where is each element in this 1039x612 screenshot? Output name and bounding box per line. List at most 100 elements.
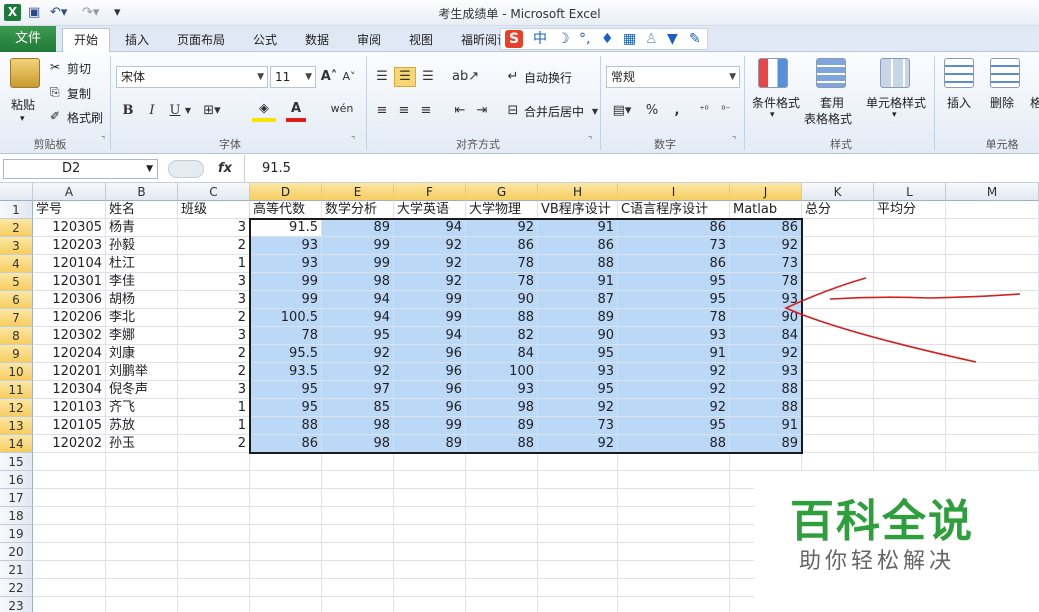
empty-cell[interactable] xyxy=(322,561,394,579)
table-cell[interactable]: 73 xyxy=(618,237,730,255)
borders-icon[interactable]: ⊞▾ xyxy=(200,102,224,120)
moon-icon[interactable]: ☽ xyxy=(557,30,570,48)
column-header[interactable]: E xyxy=(322,183,394,201)
column-header[interactable]: J xyxy=(730,183,802,201)
wrap-text-icon[interactable]: ↵ xyxy=(504,68,522,86)
empty-cell[interactable] xyxy=(874,219,946,237)
table-cell[interactable]: 120202 xyxy=(33,435,106,453)
empty-cell[interactable] xyxy=(322,543,394,561)
merge-center-icon[interactable]: ⊟ xyxy=(504,102,522,120)
table-cell[interactable]: 1 xyxy=(178,255,250,273)
format-as-table-icon[interactable] xyxy=(816,58,846,88)
empty-cell[interactable] xyxy=(33,489,106,507)
table-cell[interactable]: 99 xyxy=(394,417,466,435)
empty-cell[interactable] xyxy=(874,237,946,255)
table-cell[interactable]: 100 xyxy=(466,363,538,381)
table-cell[interactable]: 95 xyxy=(618,417,730,435)
tab-review[interactable]: 审阅 xyxy=(349,29,389,52)
empty-cell[interactable] xyxy=(250,579,322,597)
copy-icon[interactable]: ⎘ xyxy=(50,85,60,100)
comma-button[interactable]: , xyxy=(670,102,684,120)
empty-cell[interactable] xyxy=(178,453,250,471)
empty-cell[interactable] xyxy=(178,597,250,612)
table-cell[interactable]: 120302 xyxy=(33,327,106,345)
header-cell[interactable]: 姓名 xyxy=(106,201,178,219)
table-cell[interactable]: 120206 xyxy=(33,309,106,327)
empty-cell[interactable] xyxy=(33,597,106,612)
header-cell[interactable]: 高等代数 xyxy=(250,201,322,219)
column-header[interactable]: G xyxy=(466,183,538,201)
table-cell[interactable]: 刘康 xyxy=(106,345,178,363)
table-cell[interactable]: 齐飞 xyxy=(106,399,178,417)
table-cell[interactable]: 86 xyxy=(618,219,730,237)
empty-cell[interactable] xyxy=(178,579,250,597)
empty-cell[interactable] xyxy=(946,435,1039,453)
align-bottom-icon[interactable]: ☰ xyxy=(418,68,438,86)
insert-function-icon[interactable]: fx xyxy=(218,161,232,176)
table-cell[interactable]: 李佳 xyxy=(106,273,178,291)
table-cell[interactable]: 92 xyxy=(538,435,618,453)
row-header[interactable]: 21 xyxy=(0,561,33,579)
header-cell[interactable]: VB程序设计 xyxy=(538,201,618,219)
table-cell[interactable]: 120304 xyxy=(33,381,106,399)
table-cell[interactable]: 99 xyxy=(250,291,322,309)
name-box[interactable]: D2 ▼ xyxy=(3,159,158,179)
font-launcher-icon[interactable]: ⌝ xyxy=(351,136,355,146)
table-cell[interactable]: 孙玉 xyxy=(106,435,178,453)
delete-cells-button[interactable]: 删除 xyxy=(990,94,1014,111)
empty-cell[interactable] xyxy=(802,453,874,471)
table-cell[interactable]: 78 xyxy=(466,255,538,273)
row-header[interactable]: 23 xyxy=(0,597,33,612)
empty-cell[interactable] xyxy=(106,507,178,525)
tab-page-layout[interactable]: 页面布局 xyxy=(170,29,232,52)
empty-cell[interactable] xyxy=(250,525,322,543)
empty-cell[interactable] xyxy=(106,525,178,543)
wrap-text-button[interactable]: 自动换行 xyxy=(524,69,572,86)
table-cell[interactable]: 95.5 xyxy=(250,345,322,363)
empty-cell[interactable] xyxy=(618,579,730,597)
row-header[interactable]: 6 xyxy=(0,291,33,309)
table-cell[interactable]: 90 xyxy=(466,291,538,309)
empty-cell[interactable] xyxy=(538,561,618,579)
table-cell[interactable]: 刘鹏举 xyxy=(106,363,178,381)
empty-cell[interactable] xyxy=(466,453,538,471)
empty-cell[interactable] xyxy=(946,417,1039,435)
empty-cell[interactable] xyxy=(618,525,730,543)
table-cell[interactable]: 98 xyxy=(322,417,394,435)
table-cell[interactable]: 120203 xyxy=(33,237,106,255)
table-cell[interactable]: 95 xyxy=(538,345,618,363)
empty-cell[interactable] xyxy=(802,435,874,453)
table-cell[interactable]: 95 xyxy=(322,327,394,345)
paste-button[interactable]: 粘贴 xyxy=(11,96,35,113)
header-cell[interactable]: 平均分 xyxy=(874,201,946,219)
empty-cell[interactable] xyxy=(466,579,538,597)
header-cell[interactable]: 数学分析 xyxy=(322,201,394,219)
table-cell[interactable]: 90 xyxy=(538,327,618,345)
empty-cell[interactable] xyxy=(802,219,874,237)
empty-cell[interactable] xyxy=(946,399,1039,417)
chevron-down-icon[interactable]: ▼ xyxy=(183,102,193,120)
tab-home[interactable]: 开始 xyxy=(62,28,110,53)
empty-cell[interactable] xyxy=(802,417,874,435)
table-cell[interactable]: 1 xyxy=(178,399,250,417)
empty-cell[interactable] xyxy=(874,453,946,471)
empty-cell[interactable] xyxy=(466,471,538,489)
currency-icon[interactable]: ▤▾ xyxy=(608,102,636,120)
empty-cell[interactable] xyxy=(874,381,946,399)
table-cell[interactable]: 97 xyxy=(322,381,394,399)
table-cell[interactable]: 2 xyxy=(178,309,250,327)
row-header[interactable]: 9 xyxy=(0,345,33,363)
chevron-down-icon[interactable]: ▾ xyxy=(892,110,897,120)
empty-cell[interactable] xyxy=(394,471,466,489)
table-cell[interactable]: 95 xyxy=(618,291,730,309)
empty-cell[interactable] xyxy=(322,579,394,597)
header-cell[interactable]: 学号 xyxy=(33,201,106,219)
empty-cell[interactable] xyxy=(250,453,322,471)
column-header[interactable]: D xyxy=(250,183,322,201)
table-cell[interactable]: 88 xyxy=(618,435,730,453)
empty-cell[interactable] xyxy=(538,453,618,471)
table-cell[interactable]: 91 xyxy=(538,219,618,237)
table-cell[interactable]: 89 xyxy=(538,309,618,327)
table-cell[interactable]: 120103 xyxy=(33,399,106,417)
empty-cell[interactable] xyxy=(178,561,250,579)
